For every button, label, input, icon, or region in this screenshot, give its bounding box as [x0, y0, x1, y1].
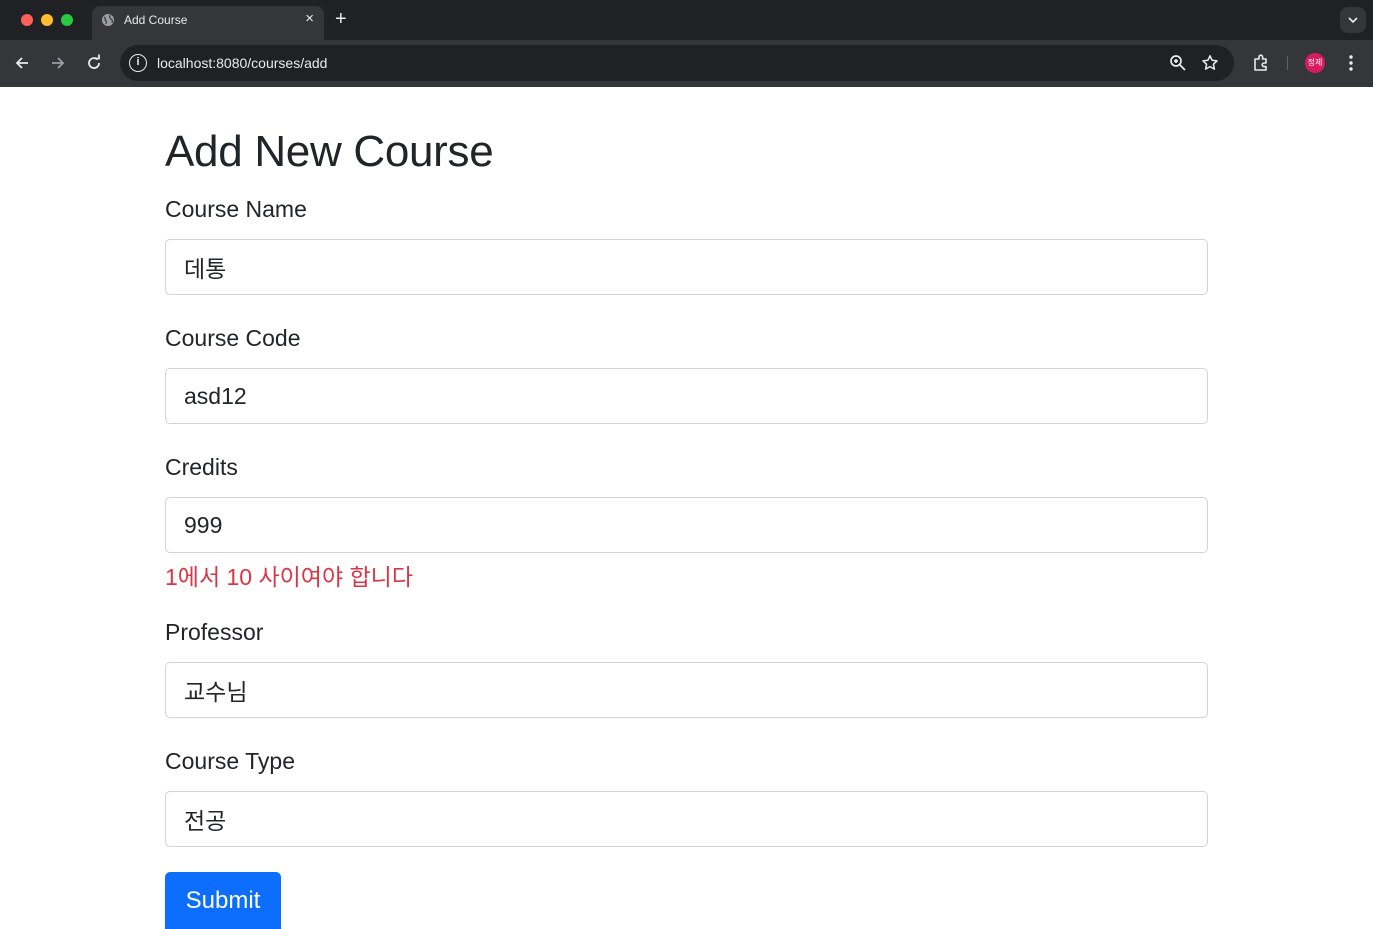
zoom-icon[interactable] — [1169, 54, 1187, 72]
tab-title: Add Course — [124, 13, 188, 27]
bookmark-star-icon[interactable] — [1201, 54, 1219, 72]
credits-field[interactable] — [165, 497, 1208, 553]
credits-label: Credits — [165, 454, 238, 480]
course-name-input[interactable] — [166, 240, 1207, 294]
course-name-field[interactable] — [165, 239, 1208, 295]
professor-field[interactable] — [165, 662, 1208, 718]
tab-search-button[interactable] — [1340, 7, 1366, 33]
course-type-label: Course Type — [165, 748, 295, 774]
address-bar[interactable]: i localhost:8080/courses/add — [120, 45, 1234, 81]
course-code-label: Course Code — [165, 325, 301, 351]
course-type-field[interactable] — [165, 791, 1208, 847]
page-content: Add New Course Course Name Course Code C… — [0, 87, 1373, 929]
professor-label: Professor — [165, 619, 264, 645]
tab-close-icon[interactable]: × — [305, 11, 314, 27]
minimize-window-button[interactable] — [41, 14, 53, 26]
more-menu-icon[interactable] — [1343, 53, 1359, 73]
profile-avatar[interactable]: 정제 — [1305, 53, 1325, 73]
forward-arrow-icon[interactable] — [48, 53, 68, 73]
maximize-window-button[interactable] — [61, 14, 73, 26]
site-info-icon[interactable]: i — [129, 54, 147, 72]
toolbar-divider — [1287, 56, 1288, 70]
submit-button[interactable]: Submit — [165, 872, 281, 929]
globe-icon — [102, 14, 114, 26]
page-title: Add New Course — [165, 127, 494, 176]
reload-icon[interactable] — [84, 53, 104, 73]
credits-error-message: 1에서 10 사이여야 합니다 — [165, 564, 413, 590]
url-text[interactable]: localhost:8080/courses/add — [157, 55, 327, 71]
close-window-button[interactable] — [21, 14, 33, 26]
new-tab-button[interactable]: + — [335, 8, 347, 30]
credits-input[interactable] — [166, 498, 1207, 552]
browser-tab[interactable]: Add Course × — [92, 6, 324, 40]
extensions-icon[interactable] — [1251, 53, 1271, 73]
course-type-input[interactable] — [166, 792, 1207, 846]
course-code-input[interactable] — [166, 369, 1207, 423]
browser-tab-bar: Add Course × + — [0, 0, 1373, 40]
back-arrow-icon[interactable] — [12, 53, 32, 73]
chevron-down-icon — [1348, 17, 1358, 24]
browser-toolbar: i localhost:8080/courses/add 정제 — [0, 40, 1373, 87]
course-code-field[interactable] — [165, 368, 1208, 424]
professor-input[interactable] — [166, 663, 1207, 717]
course-name-label: Course Name — [165, 196, 307, 222]
